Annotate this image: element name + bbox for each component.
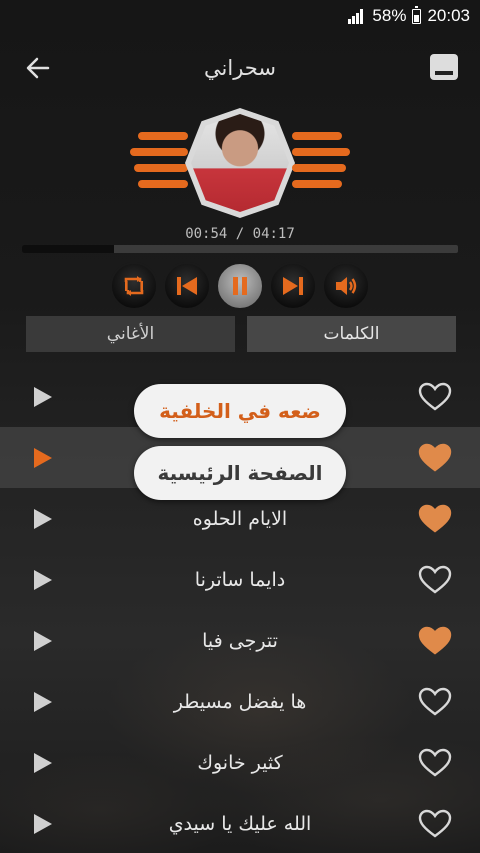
battery-percent: 58% [372, 6, 407, 25]
repeat-icon [124, 276, 144, 296]
play-icon[interactable] [32, 812, 54, 836]
play-icon[interactable] [32, 446, 54, 470]
artist-artwork [130, 108, 350, 218]
song-title: دايما ساترنا [194, 568, 286, 591]
seek-bar[interactable] [22, 245, 458, 253]
song-title: تترجى فيا [202, 629, 278, 652]
song-row[interactable]: ها يفضل مسيطر [0, 671, 480, 732]
song-title: ها يفضل مسيطر [173, 690, 307, 713]
current-time: 00:54 [185, 226, 228, 242]
status-bar: 58% 20:03 [0, 0, 480, 32]
play-icon[interactable] [32, 751, 54, 775]
player-controls [0, 262, 480, 312]
song-title: الله عليك يا سيدي [168, 812, 312, 835]
tab-songs[interactable]: الأغاني [26, 316, 235, 352]
play-icon[interactable] [32, 629, 54, 653]
minimize-icon[interactable] [430, 54, 458, 80]
skip-previous-icon [177, 277, 197, 295]
repeat-button[interactable] [110, 262, 158, 310]
popup-menu: ضعه في الخلفية الصفحة الرئيسية [134, 384, 346, 500]
tab-bar: الأغاني الكلمات [26, 316, 456, 352]
song-row[interactable]: الله عليك يا سيدي [0, 793, 480, 853]
play-in-background-button[interactable]: ضعه في الخلفية [134, 384, 346, 438]
song-row[interactable]: دايما ساترنا [0, 549, 480, 610]
previous-button[interactable] [163, 262, 211, 310]
time-separator: / [227, 226, 253, 242]
playback-time: 00:54 / 04:17 [0, 226, 480, 242]
tab-lyrics[interactable]: الكلمات [247, 316, 456, 352]
clock: 20:03 [427, 6, 470, 25]
heart-outline-icon[interactable] [418, 565, 452, 595]
heart-outline-icon[interactable] [418, 748, 452, 778]
song-title: الايام الحلوه [192, 507, 288, 530]
pause-button[interactable] [216, 262, 264, 310]
play-icon[interactable] [32, 507, 54, 531]
song-row[interactable]: تترجى فيا [0, 610, 480, 671]
battery-icon [412, 5, 422, 24]
play-icon[interactable] [32, 385, 54, 409]
heart-filled-icon[interactable] [418, 504, 452, 534]
seek-bar-fill [22, 245, 114, 253]
next-button[interactable] [269, 262, 317, 310]
app-header: سحراني [0, 42, 480, 98]
heart-outline-icon[interactable] [418, 809, 452, 839]
page-title: سحراني [204, 56, 276, 80]
equalizer-right-icon [292, 132, 350, 192]
total-time: 04:17 [252, 226, 295, 242]
heart-outline-icon[interactable] [418, 382, 452, 412]
song-title: كثير خانوك [197, 751, 283, 774]
heart-filled-icon[interactable] [418, 626, 452, 656]
home-page-button[interactable]: الصفحة الرئيسية [134, 446, 346, 500]
artist-avatar [185, 108, 295, 218]
play-icon[interactable] [32, 568, 54, 592]
heart-outline-icon[interactable] [418, 687, 452, 717]
equalizer-left-icon [130, 132, 188, 192]
heart-filled-icon[interactable] [418, 443, 452, 473]
signal-icon [348, 8, 366, 24]
play-icon[interactable] [32, 690, 54, 714]
skip-next-icon [283, 277, 303, 295]
volume-icon [336, 277, 357, 295]
song-row[interactable]: كثير خانوك [0, 732, 480, 793]
volume-button[interactable] [322, 262, 370, 310]
pause-icon [233, 277, 247, 295]
